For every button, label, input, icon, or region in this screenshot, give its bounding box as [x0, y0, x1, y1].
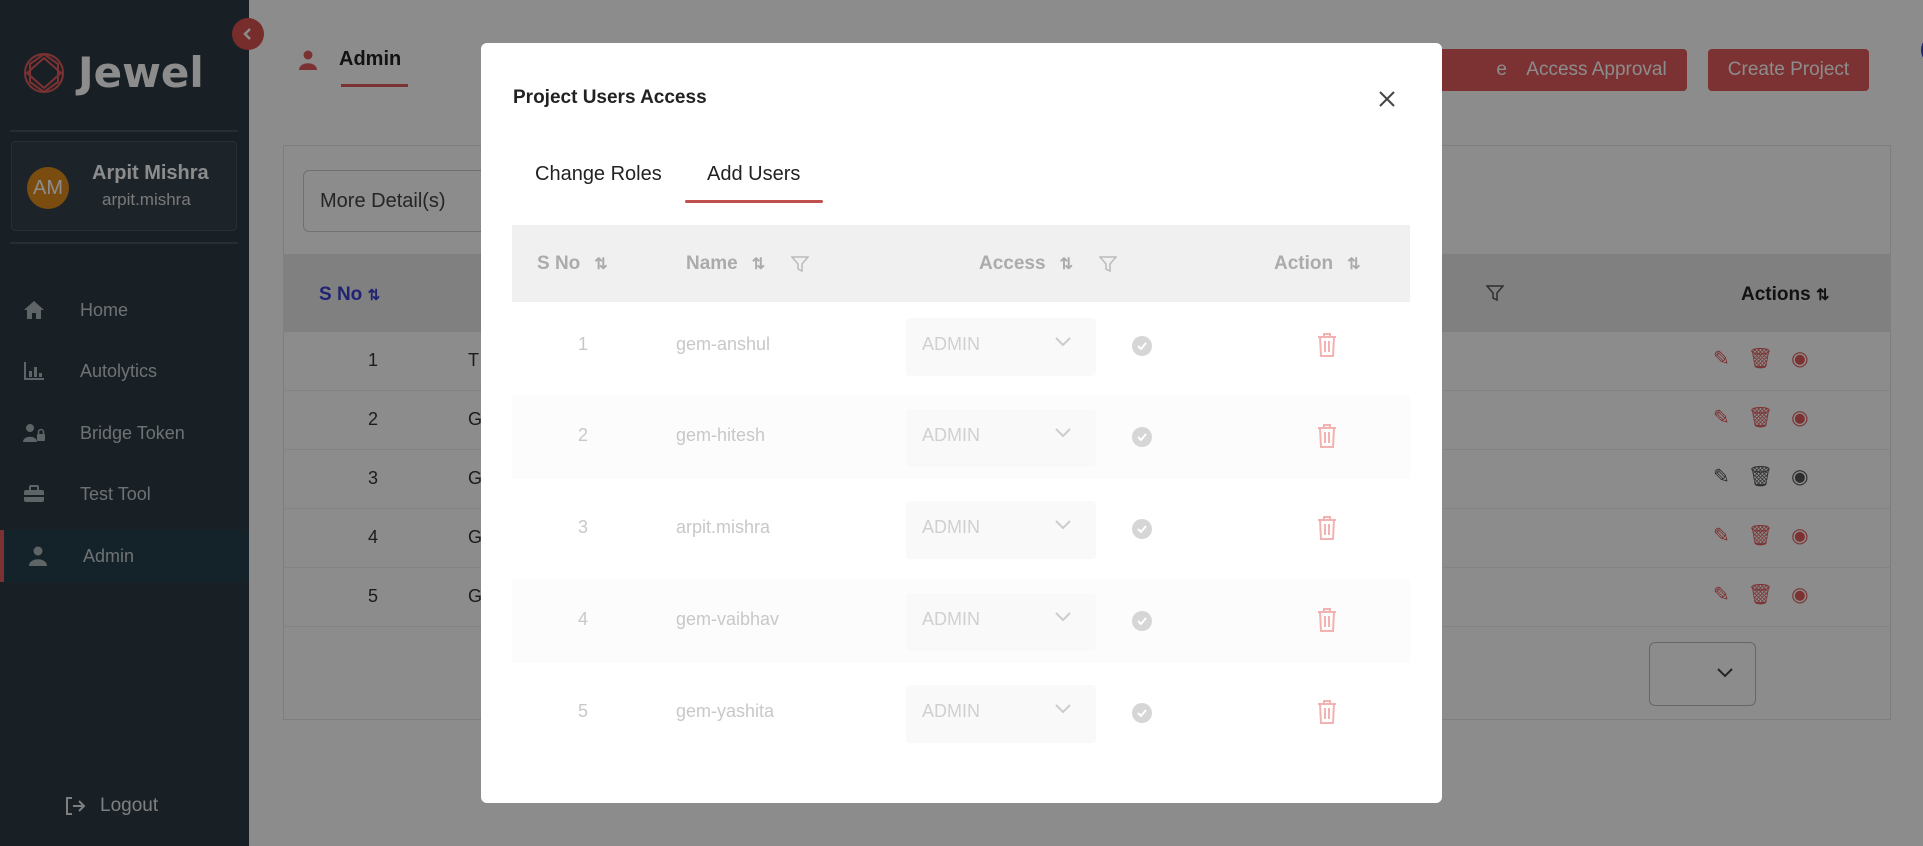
close-icon[interactable]	[1375, 87, 1399, 111]
access-select[interactable]: ADMIN	[906, 593, 1096, 651]
access-select[interactable]: ADMIN	[906, 409, 1096, 467]
chevron-down-icon	[1055, 704, 1071, 714]
column-name[interactable]: Name ⇅	[686, 253, 810, 275]
row-username: gem-vaibhav	[676, 609, 780, 629]
row-sno: 2	[577, 425, 588, 445]
access-value: ADMIN	[922, 609, 980, 629]
filter-icon[interactable]	[791, 255, 810, 273]
delete-icon[interactable]	[1316, 423, 1338, 449]
access-value: ADMIN	[922, 517, 980, 537]
modal-title: Project Users Access	[513, 87, 707, 108]
row-sno: 1	[577, 334, 588, 354]
confirm-check-icon[interactable]	[1132, 703, 1152, 723]
access-select[interactable]: ADMIN	[906, 685, 1096, 743]
chevron-down-icon	[1055, 337, 1071, 347]
sort-icon[interactable]: ⇅	[1060, 254, 1073, 274]
delete-icon[interactable]	[1316, 607, 1338, 633]
tab-change-roles[interactable]: Change Roles	[535, 163, 662, 186]
sort-icon[interactable]: ⇅	[594, 254, 607, 274]
active-tab-underline	[685, 200, 823, 203]
table-row: 1 gem-anshul ADMIN	[512, 304, 1410, 388]
chevron-down-icon	[1055, 520, 1071, 530]
row-sno: 4	[577, 609, 588, 629]
delete-icon[interactable]	[1316, 515, 1338, 541]
row-username: gem-hitesh	[676, 425, 766, 445]
confirm-check-icon[interactable]	[1132, 427, 1152, 447]
column-sno[interactable]: S No ⇅	[537, 253, 608, 275]
sort-icon[interactable]: ⇅	[1347, 254, 1360, 274]
column-access[interactable]: Access ⇅	[979, 253, 1117, 275]
access-value: ADMIN	[922, 334, 980, 354]
table-row: 4 gem-vaibhav ADMIN	[512, 579, 1410, 663]
sort-icon[interactable]: ⇅	[752, 254, 765, 274]
tab-add-users[interactable]: Add Users	[707, 163, 800, 186]
row-sno: 5	[577, 701, 588, 721]
column-action[interactable]: Action ⇅	[1274, 253, 1361, 275]
row-username: gem-yashita	[676, 701, 775, 721]
row-username: arpit.mishra	[676, 517, 771, 537]
delete-icon[interactable]	[1316, 699, 1338, 725]
modal-table-header: S No ⇅ Name ⇅ Access ⇅ Action ⇅	[512, 225, 1410, 302]
filter-icon[interactable]	[1098, 255, 1117, 273]
access-select[interactable]: ADMIN	[906, 318, 1096, 376]
chevron-down-icon	[1055, 428, 1071, 438]
access-select[interactable]: ADMIN	[906, 501, 1096, 559]
access-value: ADMIN	[922, 701, 980, 721]
chevron-down-icon	[1055, 612, 1071, 622]
confirm-check-icon[interactable]	[1132, 611, 1152, 631]
table-row: 3 arpit.mishra ADMIN	[512, 487, 1410, 571]
confirm-check-icon[interactable]	[1132, 336, 1152, 356]
row-username: gem-anshul	[676, 334, 771, 354]
table-row: 5 gem-yashita ADMIN	[512, 671, 1410, 755]
row-sno: 3	[577, 517, 588, 537]
access-value: ADMIN	[922, 425, 980, 445]
project-users-access-modal: Project Users Access Change Roles Add Us…	[481, 43, 1442, 803]
delete-icon[interactable]	[1316, 332, 1338, 358]
confirm-check-icon[interactable]	[1132, 519, 1152, 539]
table-row: 2 gem-hitesh ADMIN	[512, 395, 1410, 479]
